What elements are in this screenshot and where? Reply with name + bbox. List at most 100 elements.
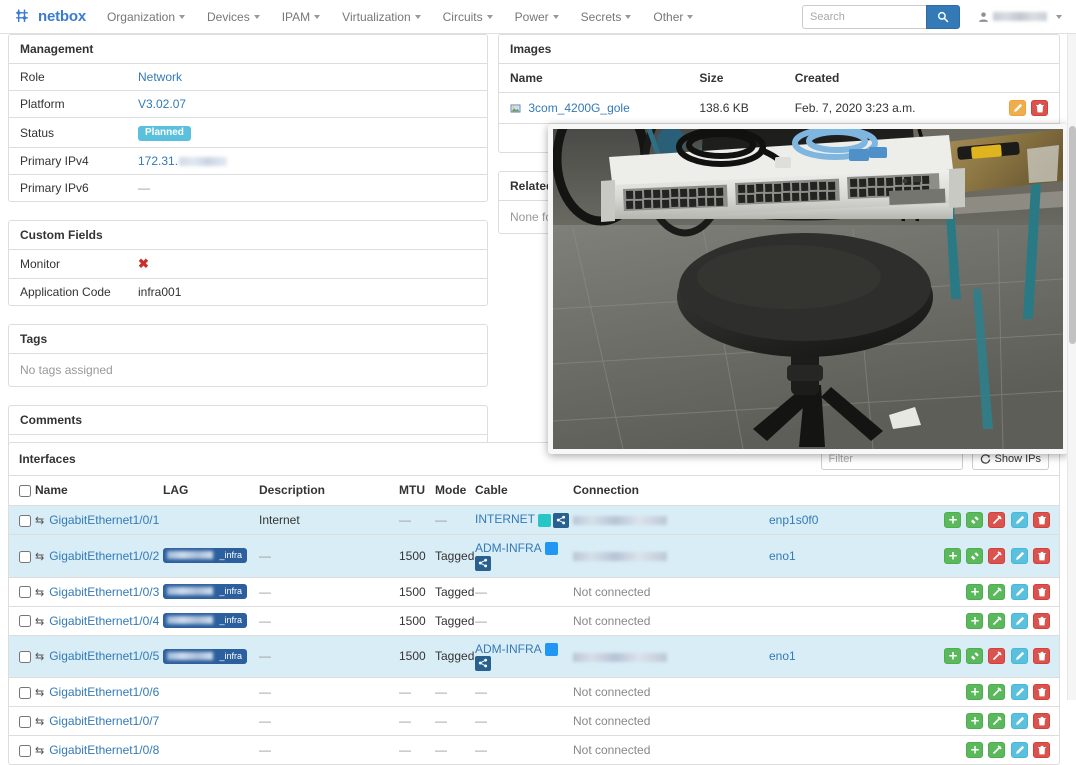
nav-devices[interactable]: Devices xyxy=(196,0,271,34)
search-submit-button[interactable] xyxy=(926,4,960,29)
row-checkbox[interactable] xyxy=(19,514,31,527)
search-input[interactable] xyxy=(802,4,926,29)
select-all-checkbox[interactable] xyxy=(19,484,31,497)
page-scrollbar-track[interactable] xyxy=(1067,34,1076,700)
delete-interface-button[interactable] xyxy=(1033,713,1050,730)
disconnect-button[interactable] xyxy=(988,547,1006,564)
connect-button[interactable] xyxy=(965,648,983,665)
value-primary-ipv6: — xyxy=(127,174,487,201)
user-menu[interactable] xyxy=(978,11,1062,23)
cable-icon xyxy=(993,716,1003,726)
delete-interface-button[interactable] xyxy=(1033,742,1050,759)
edit-interface-button[interactable] xyxy=(1010,684,1028,701)
add-ip-button[interactable] xyxy=(965,583,983,600)
page-scrollbar-thumb[interactable] xyxy=(1069,126,1076,344)
disconnect-button[interactable] xyxy=(988,512,1006,528)
edit-interface-button[interactable] xyxy=(1010,547,1028,564)
lag-badge-redacted[interactable]: _infra xyxy=(163,613,247,629)
image-preview-popup[interactable] xyxy=(548,124,1068,454)
delete-image-button[interactable] xyxy=(1031,100,1048,116)
primary-ipv4-link[interactable]: 172.31. xyxy=(138,154,178,168)
brand-link[interactable]: netbox xyxy=(0,7,96,27)
interface-name-link[interactable]: GigabitEthernet1/0/3 xyxy=(49,585,159,599)
lag-badge-redacted[interactable]: _infra xyxy=(163,584,247,600)
add-ip-button[interactable] xyxy=(965,684,983,701)
nav-secrets[interactable]: Secrets xyxy=(570,0,643,34)
interface-name-link[interactable]: GigabitEthernet1/0/4 xyxy=(49,614,159,628)
image-name-link[interactable]: 3com_4200G_gole xyxy=(528,101,629,115)
interface-name-link[interactable]: GigabitEthernet1/0/2 xyxy=(49,549,159,563)
refresh-icon xyxy=(980,453,990,464)
connect-button[interactable] xyxy=(965,512,983,528)
cable-link[interactable]: ADM-INFRA xyxy=(475,541,542,555)
row-checkbox[interactable] xyxy=(19,687,31,700)
custom-fields-table: Monitor ✖ Application Code infra001 xyxy=(9,250,487,305)
chevron-down-icon xyxy=(253,15,260,20)
interface-actions-cell xyxy=(879,605,1059,636)
interface-name-link[interactable]: GigabitEthernet1/0/1 xyxy=(49,513,159,527)
row-checkbox[interactable] xyxy=(19,745,31,758)
row-checkbox[interactable] xyxy=(19,716,31,729)
edit-interface-button[interactable] xyxy=(1010,512,1028,528)
edit-interface-button[interactable] xyxy=(1010,583,1028,600)
lag-badge-redacted[interactable]: _infra xyxy=(163,649,247,665)
connect-button[interactable] xyxy=(965,547,983,564)
connect-button[interactable] xyxy=(988,612,1006,629)
add-ip-button[interactable] xyxy=(965,742,983,759)
edit-interface-button[interactable] xyxy=(1010,648,1028,665)
nav-virtualization[interactable]: Virtualization xyxy=(331,0,431,34)
delete-interface-button[interactable] xyxy=(1033,684,1050,701)
cable-icon xyxy=(993,745,1003,755)
edit-interface-button[interactable] xyxy=(1010,742,1028,759)
edit-interface-button[interactable] xyxy=(1010,713,1028,730)
add-ip-button[interactable] xyxy=(943,547,961,564)
trace-cable-button[interactable] xyxy=(475,656,491,672)
edit-image-button[interactable] xyxy=(1008,100,1026,116)
x-mark-icon: ✖ xyxy=(138,256,149,271)
row-checkbox[interactable] xyxy=(19,550,31,563)
trace-cable-button[interactable] xyxy=(553,512,569,528)
delete-interface-button[interactable] xyxy=(1033,583,1050,600)
interface-name-link[interactable]: GigabitEthernet1/0/6 xyxy=(49,685,159,699)
cable-icon xyxy=(993,515,1003,525)
interface-name-link[interactable]: GigabitEthernet1/0/8 xyxy=(49,743,159,757)
delete-interface-button[interactable] xyxy=(1033,547,1050,564)
peer-interface-link[interactable]: eno1 xyxy=(769,549,796,563)
row-checkbox[interactable] xyxy=(19,615,31,628)
add-ip-button[interactable] xyxy=(965,612,983,629)
edit-interface-button[interactable] xyxy=(1010,612,1028,629)
delete-interface-button[interactable] xyxy=(1033,512,1050,528)
row-checkbox[interactable] xyxy=(19,586,31,599)
interface-connection-cell xyxy=(573,505,769,535)
add-ip-button[interactable] xyxy=(943,512,961,528)
nav-other[interactable]: Other xyxy=(642,0,704,34)
connect-button[interactable] xyxy=(988,684,1006,701)
col-lag: LAG xyxy=(163,476,259,506)
interface-name-link[interactable]: GigabitEthernet1/0/5 xyxy=(49,649,159,663)
connect-button[interactable] xyxy=(988,713,1006,730)
nav-power[interactable]: Power xyxy=(504,0,570,34)
nav-ipam[interactable]: IPAM xyxy=(271,0,331,34)
lag-badge-redacted[interactable]: _infra xyxy=(163,548,247,564)
interface-name-link[interactable]: GigabitEthernet1/0/7 xyxy=(49,714,159,728)
add-ip-button[interactable] xyxy=(943,648,961,665)
row-checkbox[interactable] xyxy=(19,651,31,664)
cable-link[interactable]: INTERNET xyxy=(475,512,535,526)
nav-circuits[interactable]: Circuits xyxy=(432,0,504,34)
disconnect-button[interactable] xyxy=(988,648,1006,665)
add-ip-button[interactable] xyxy=(965,713,983,730)
nav-organization[interactable]: Organization xyxy=(96,0,196,34)
trace-cable-button[interactable] xyxy=(475,555,491,571)
peer-interface-link[interactable]: enp1s0f0 xyxy=(769,513,818,527)
interface-icon: ⇆ xyxy=(35,515,45,527)
peer-interface-link[interactable]: eno1 xyxy=(769,649,796,663)
connect-button[interactable] xyxy=(988,742,1006,759)
value-primary-ipv4: 172.31. xyxy=(127,147,487,175)
connect-button[interactable] xyxy=(988,583,1006,600)
cable-link[interactable]: ADM-INFRA xyxy=(475,642,542,656)
delete-interface-button[interactable] xyxy=(1033,648,1050,665)
delete-interface-button[interactable] xyxy=(1033,612,1050,629)
platform-link[interactable]: V3.02.07 xyxy=(138,97,186,111)
role-link[interactable]: Network xyxy=(138,70,182,84)
interface-actions-cell xyxy=(879,677,1059,707)
